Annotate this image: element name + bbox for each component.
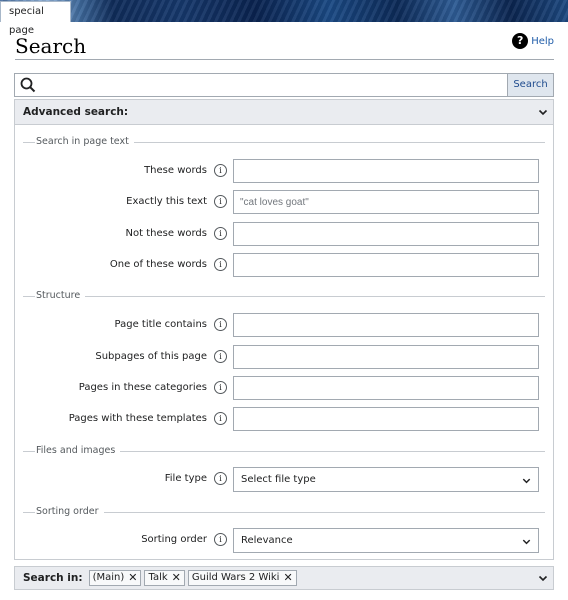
field-label: Exactly this text [126,196,207,207]
info-icon[interactable]: i [214,258,227,271]
field-not-these-words: Not these words i [15,222,553,246]
field-label: Pages in these categories [78,382,207,393]
search-input[interactable] [14,73,507,97]
field-label: These words [144,165,207,176]
file-type-value: Select file type [241,474,316,485]
info-icon[interactable]: i [214,381,227,394]
search-in-bar[interactable]: Search in: (Main) ✕ Talk ✕ Guild Wars 2 … [14,566,554,590]
namespace-chip[interactable]: Guild Wars 2 Wiki ✕ [187,570,297,586]
field-subpages: Subpages of this page i [15,345,553,369]
field-file-type: File type i Select file type [15,467,553,492]
info-icon[interactable]: i [214,195,227,208]
advanced-search-header[interactable]: Advanced search: [15,100,553,125]
file-type-select[interactable]: Select file type [233,467,539,492]
search-button[interactable]: Search [507,73,554,97]
namespace-chip[interactable]: Talk ✕ [144,570,185,586]
legend-structure: Structure [35,290,86,302]
field-label: Page title contains [114,319,207,330]
chevron-down-icon[interactable] [537,572,549,584]
field-one-of-these-words: One of these words i [15,253,553,277]
sorting-order-value: Relevance [241,535,293,546]
chevron-down-icon[interactable] [537,106,549,118]
field-these-words: These words i [15,159,553,183]
chip-label: (Main) [92,572,125,583]
section-page-text: Search in page text [23,136,545,148]
legend-page-text: Search in page text [35,136,134,148]
namespace-chip[interactable]: (Main) ✕ [88,570,142,586]
section-sorting: Sorting order [23,506,545,518]
advanced-search-heading: Advanced search: [23,106,129,118]
help-icon: ? [512,33,529,49]
help-link[interactable]: ? Help [512,33,554,49]
field-label: Sorting order [141,534,207,545]
categories-input[interactable] [233,376,539,400]
field-label: File type [164,473,207,484]
info-icon[interactable]: i [214,318,227,331]
help-label[interactable]: Help [531,36,554,47]
info-icon[interactable]: i [214,533,227,546]
chevron-down-icon [522,478,531,484]
field-label: One of these words [109,259,207,270]
legend-files: Files and images [35,445,121,457]
field-page-title-contains: Page title contains i [15,313,553,337]
info-icon[interactable]: i [214,164,227,177]
close-icon[interactable]: ✕ [128,571,137,585]
subpages-input[interactable] [233,345,539,369]
not-these-words-input[interactable] [233,222,539,246]
header-banner [0,0,568,22]
info-icon[interactable]: i [214,412,227,425]
special-page-tab[interactable]: special page [0,1,71,36]
section-files: Files and images [23,445,545,457]
one-of-these-words-input[interactable] [233,253,539,277]
close-icon[interactable]: ✕ [283,571,292,585]
field-label: Subpages of this page [95,351,207,362]
title-divider [15,59,554,60]
sorting-order-select[interactable]: Relevance [233,528,539,553]
field-label: Not these words [125,228,207,239]
page-title-contains-input[interactable] [233,313,539,337]
exactly-this-text-input[interactable] [233,190,539,214]
field-templates: Pages with these templates i [15,407,553,431]
field-sorting-order: Sorting order i Relevance [15,528,553,553]
search-in-label: Search in: [23,572,83,584]
legend-sorting: Sorting order [35,506,104,518]
info-icon[interactable]: i [214,227,227,240]
section-structure: Structure [23,290,545,302]
search-bar: Search [14,73,554,97]
close-icon[interactable]: ✕ [172,571,181,585]
advanced-search-panel: Advanced search: Search in page text The… [14,99,554,560]
chip-label: Talk [148,572,168,583]
field-exactly-this-text: Exactly this text i [15,190,553,214]
these-words-input[interactable] [233,159,539,183]
info-icon[interactable]: i [214,350,227,363]
search-icon [20,77,36,93]
chevron-down-icon [522,539,531,545]
field-categories: Pages in these categories i [15,376,553,400]
templates-input[interactable] [233,407,539,431]
info-icon[interactable]: i [214,472,227,485]
field-label: Pages with these templates [68,413,207,424]
chip-label: Guild Wars 2 Wiki [191,572,280,583]
